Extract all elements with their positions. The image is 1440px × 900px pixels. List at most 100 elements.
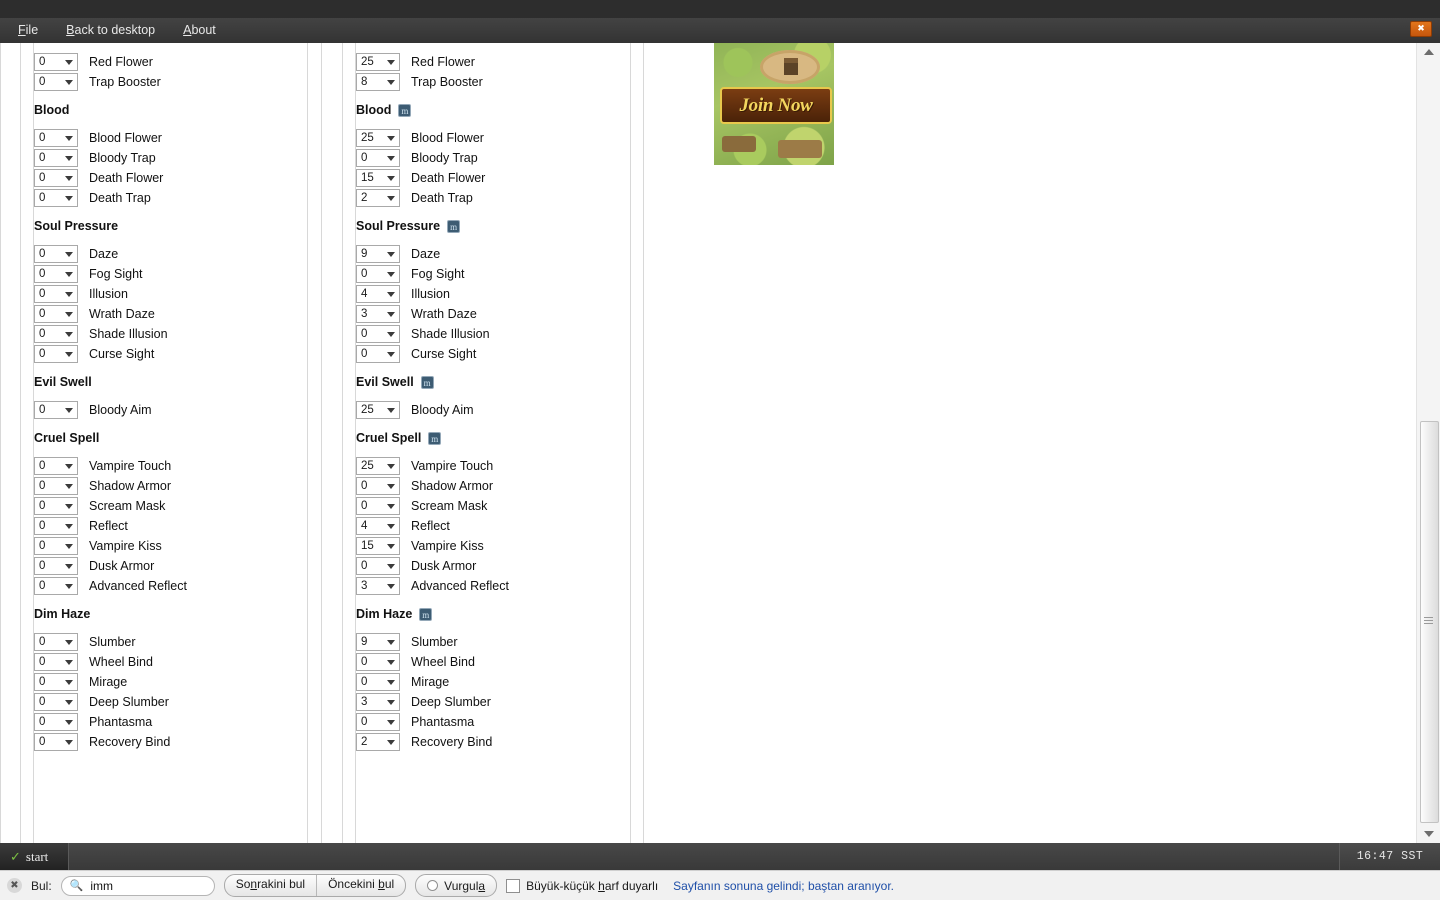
skill-level-select[interactable]: 0 <box>356 497 400 515</box>
skill-level-select[interactable]: 0 <box>34 497 78 515</box>
skill-level-select[interactable]: 4 <box>356 285 400 303</box>
skill-level-select[interactable]: 9 <box>356 633 400 651</box>
maxed-skill-badge-icon[interactable]: m <box>398 103 412 117</box>
skill-name-label: Trap Booster <box>89 75 161 89</box>
skill-level-select[interactable]: 0 <box>34 673 78 691</box>
skill-level-select[interactable]: 0 <box>356 345 400 363</box>
skill-level-select[interactable]: 0 <box>34 733 78 751</box>
skill-level-select[interactable]: 25 <box>356 53 400 71</box>
chevron-down-icon <box>65 312 73 317</box>
system-tray: 16:47 SST <box>1339 843 1440 870</box>
skill-row: 0 Recovery Bind <box>34 732 187 752</box>
skill-level-select[interactable]: 0 <box>34 517 78 535</box>
skill-row: 25 Red Flower <box>356 52 509 72</box>
maxed-skill-badge-icon[interactable]: m <box>420 375 434 389</box>
skill-level-select[interactable]: 2 <box>356 733 400 751</box>
skill-level-select[interactable]: 0 <box>356 653 400 671</box>
skill-level-select[interactable]: 0 <box>356 265 400 283</box>
skill-row: 0 Curse Sight <box>356 344 509 364</box>
skill-level-select[interactable]: 0 <box>34 285 78 303</box>
skill-name-label: Wrath Daze <box>89 307 155 321</box>
join-now-button[interactable]: Join Now <box>720 87 832 124</box>
skill-level-select[interactable]: 0 <box>34 73 78 91</box>
skill-level-value: 9 <box>361 636 368 648</box>
skill-level-select[interactable]: 0 <box>34 245 78 263</box>
skill-level-select[interactable]: 0 <box>34 53 78 71</box>
skill-level-select[interactable]: 2 <box>356 189 400 207</box>
skill-level-select[interactable]: 0 <box>356 325 400 343</box>
skill-level-select[interactable]: 0 <box>34 557 78 575</box>
maxed-skill-badge-icon[interactable]: m <box>447 219 461 233</box>
skill-level-value: 0 <box>361 656 368 668</box>
taskbar-window-list[interactable] <box>68 843 1339 870</box>
skill-row: 0 Slumber <box>34 632 187 652</box>
skill-level-select[interactable]: 0 <box>34 129 78 147</box>
menu-item-back-to-desktop[interactable]: Back to desktop <box>56 18 165 43</box>
skill-level-select[interactable]: 0 <box>34 477 78 495</box>
advertisement-banner[interactable]: Join Now <box>714 43 834 165</box>
group-heading-label: Dim Haze <box>34 607 91 621</box>
skill-level-select[interactable]: 25 <box>356 401 400 419</box>
skill-level-select[interactable]: 4 <box>356 517 400 535</box>
skill-level-select[interactable]: 3 <box>356 305 400 323</box>
skill-level-select[interactable]: 15 <box>356 169 400 187</box>
find-label: Bul: <box>31 878 52 893</box>
skill-name-label: Dusk Armor <box>89 559 155 573</box>
search-input[interactable] <box>88 877 211 894</box>
skill-level-select[interactable]: 0 <box>34 693 78 711</box>
skill-level-select[interactable]: 0 <box>34 169 78 187</box>
skill-level-select[interactable]: 0 <box>34 713 78 731</box>
chevron-down-icon <box>387 700 395 705</box>
skill-level-select[interactable]: 0 <box>356 149 400 167</box>
close-icon[interactable]: ✖ <box>1410 21 1432 37</box>
vertical-scrollbar[interactable] <box>1416 43 1440 843</box>
maxed-skill-badge-icon[interactable]: m <box>419 607 433 621</box>
highlight-all-toggle[interactable]: Vurgula <box>415 874 498 897</box>
chevron-down-icon <box>65 464 73 469</box>
skill-level-select[interactable]: 8 <box>356 73 400 91</box>
skill-level-value: 0 <box>39 192 46 204</box>
skill-level-select[interactable]: 3 <box>356 577 400 595</box>
skill-level-select[interactable]: 0 <box>356 477 400 495</box>
skill-level-value: 0 <box>39 580 46 592</box>
skill-level-select[interactable]: 0 <box>34 305 78 323</box>
maxed-skill-badge-icon[interactable]: m <box>428 431 442 445</box>
skill-name-label: Wrath Daze <box>411 307 477 321</box>
scroll-up-button[interactable] <box>1417 43 1440 61</box>
skill-level-select[interactable]: 25 <box>356 129 400 147</box>
skill-level-value: 15 <box>361 540 374 552</box>
scroll-down-button[interactable] <box>1417 825 1440 843</box>
skill-level-select[interactable]: 0 <box>34 537 78 555</box>
menu-item-file[interactable]: File <box>8 18 48 43</box>
skill-level-select[interactable]: 0 <box>34 189 78 207</box>
skill-level-select[interactable]: 0 <box>34 577 78 595</box>
skill-level-select[interactable]: 25 <box>356 457 400 475</box>
skill-level-select[interactable]: 0 <box>34 345 78 363</box>
close-icon[interactable]: ✖ <box>7 878 22 893</box>
search-input-wrapper[interactable]: 🔍 <box>60 875 215 896</box>
find-next-button[interactable]: Sonrakini bul <box>225 875 316 896</box>
skill-level-select[interactable]: 0 <box>34 401 78 419</box>
skill-level-select[interactable]: 0 <box>34 653 78 671</box>
chevron-down-icon <box>65 584 73 589</box>
skill-level-select[interactable]: 3 <box>356 693 400 711</box>
skill-level-select[interactable]: 15 <box>356 537 400 555</box>
find-previous-button[interactable]: Öncekini bul <box>316 875 405 896</box>
skill-level-select[interactable]: 0 <box>34 633 78 651</box>
skill-name-label: Curse Sight <box>89 347 155 361</box>
skill-level-select[interactable]: 0 <box>356 713 400 731</box>
menu-item-about[interactable]: About <box>173 18 226 43</box>
start-button[interactable]: ✓ start <box>0 843 68 870</box>
skill-level-select[interactable]: 0 <box>356 673 400 691</box>
chevron-down-icon <box>65 332 73 337</box>
scrollbar-thumb[interactable] <box>1420 421 1439 823</box>
skill-level-select[interactable]: 0 <box>34 457 78 475</box>
skill-level-select[interactable]: 0 <box>34 265 78 283</box>
skill-level-select[interactable]: 0 <box>34 325 78 343</box>
skill-level-select[interactable]: 0 <box>356 557 400 575</box>
skill-level-select[interactable]: 9 <box>356 245 400 263</box>
match-case-checkbox[interactable]: Büyük-küçük harf duyarlı <box>506 878 658 893</box>
skill-name-label: Recovery Bind <box>89 735 171 749</box>
skill-row: 0 Vampire Kiss <box>34 536 187 556</box>
skill-level-select[interactable]: 0 <box>34 149 78 167</box>
